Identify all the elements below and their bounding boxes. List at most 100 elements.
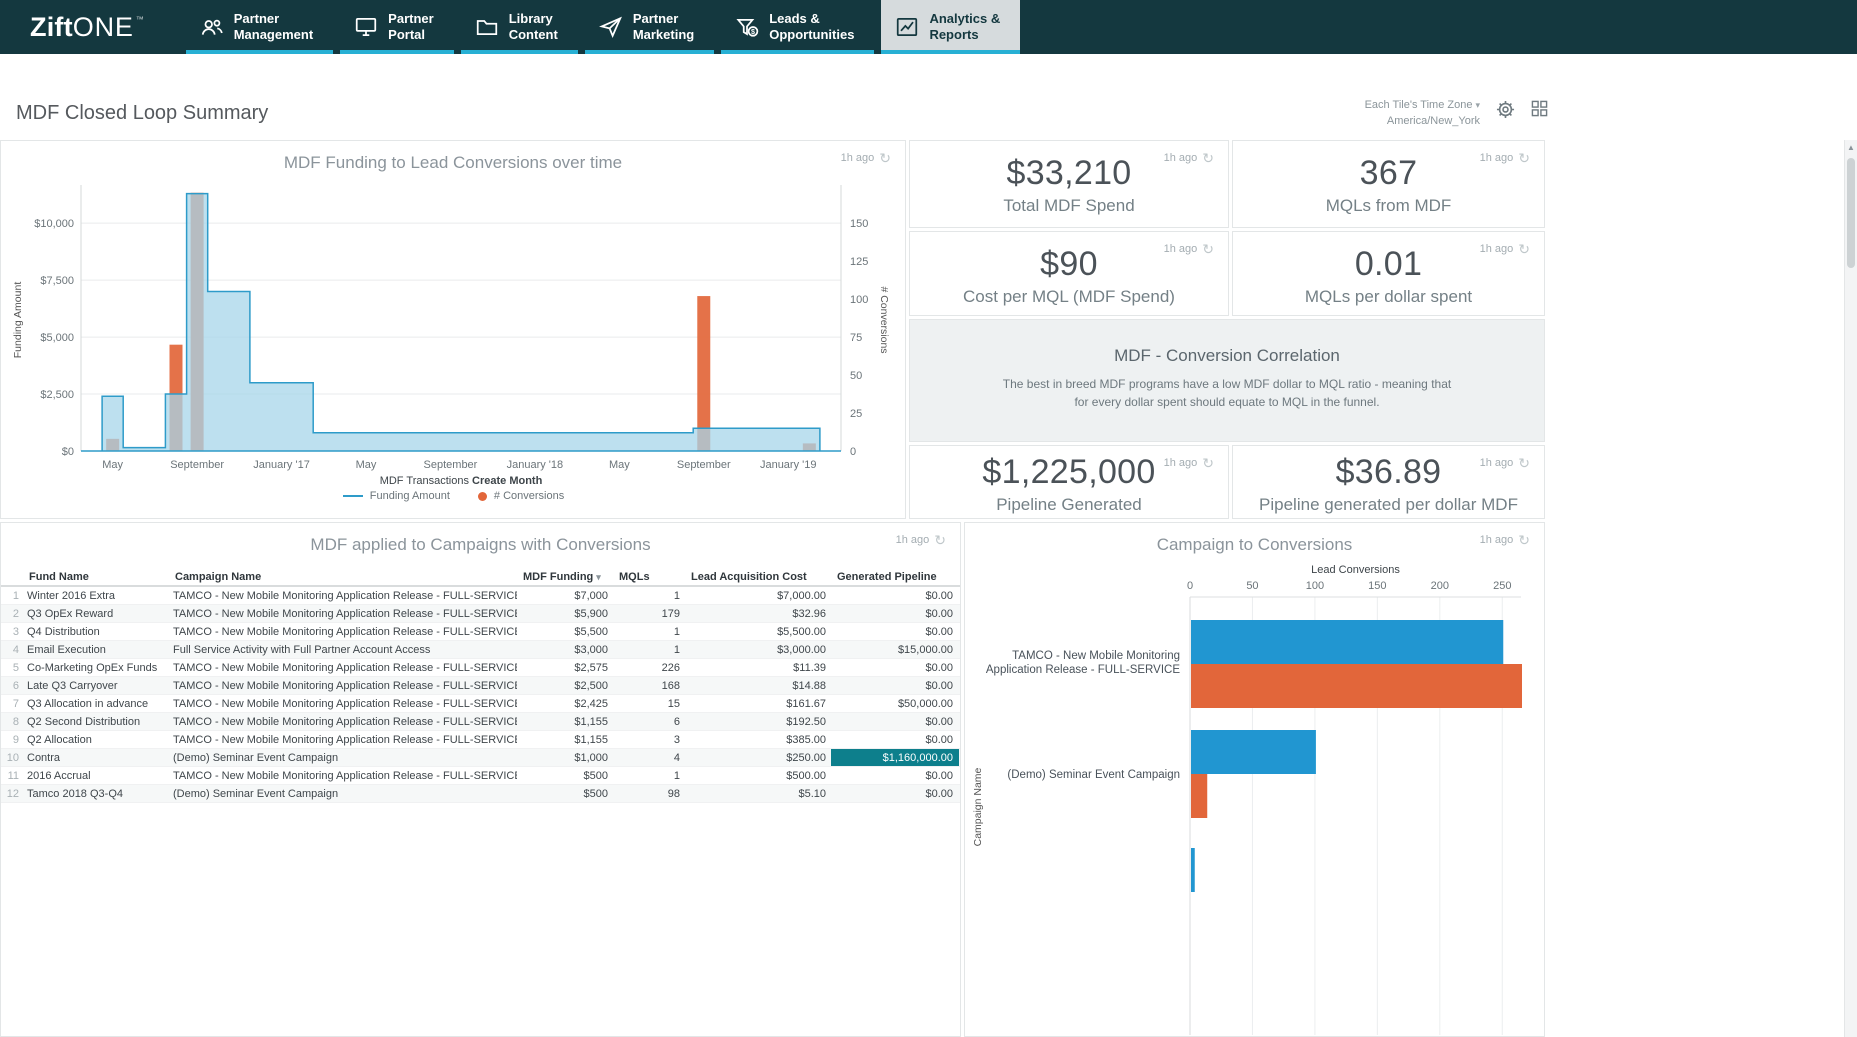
- table-row[interactable]: 7Q3 Allocation in advanceTAMCO - New Mob…: [1, 695, 960, 713]
- cell-fund: Q2 Second Distribution: [23, 713, 169, 730]
- sort-descending-icon: ▾: [596, 572, 601, 582]
- cell-pipeline: $0.00: [831, 767, 959, 784]
- chevron-down-icon: ▾: [1475, 99, 1480, 112]
- tile-updated-stamp: 1h ago ↻: [841, 151, 891, 165]
- cell-pipeline: $0.00: [831, 605, 959, 622]
- table-row[interactable]: 6Late Q3 CarryoverTAMCO - New Mobile Mon…: [1, 677, 960, 695]
- funding-conversions-chart[interactable]: $0$2,500$5,000$7,500$10,0000255075100125…: [1, 181, 906, 486]
- timezone-value: America/New_York: [1365, 114, 1480, 130]
- svg-text:Funding Amount: Funding Amount: [12, 282, 24, 359]
- table-row[interactable]: 112016 AccrualTAMCO - New Mobile Monitor…: [1, 767, 960, 785]
- table-row[interactable]: 3Q4 DistributionTAMCO - New Mobile Monit…: [1, 623, 960, 641]
- table-row[interactable]: 12Tamco 2018 Q3-Q4(Demo) Seminar Event C…: [1, 785, 960, 803]
- cell-mqls: 168: [613, 677, 685, 694]
- cell-mqls: 6: [613, 713, 685, 730]
- cell-cost: $161.67: [685, 695, 831, 712]
- ziftone-logo[interactable]: ZiftONE™: [0, 0, 144, 54]
- nav-partner-marketing[interactable]: PartnerMarketing: [585, 0, 714, 54]
- refresh-icon[interactable]: ↻: [1518, 533, 1530, 547]
- vertical-scrollbar[interactable]: ▲: [1844, 140, 1857, 1037]
- chart-legend: Funding Amount # Conversions: [1, 490, 906, 502]
- svg-text:150: 150: [1368, 580, 1386, 592]
- cell-funding: $2,500: [517, 677, 613, 694]
- cell-cost: $7,000.00: [685, 587, 831, 604]
- refresh-icon[interactable]: ↻: [879, 151, 891, 165]
- refresh-icon[interactable]: ↻: [1202, 456, 1214, 470]
- nav-analytics-reports[interactable]: Analytics &Reports: [881, 0, 1020, 54]
- rocket-icon: [599, 15, 623, 39]
- chart-line-icon: [895, 15, 919, 39]
- svg-text:$5,000: $5,000: [40, 332, 74, 344]
- row-number: 7: [1, 695, 23, 712]
- kpi-pipeline-generated: 1h ago↻ $1,225,000 Pipeline Generated: [909, 445, 1229, 519]
- correlation-body: The best in breed MDF programs have a lo…: [1002, 375, 1452, 411]
- funding-conversions-chart-tile: MDF Funding to Lead Conversions over tim…: [0, 140, 906, 519]
- svg-text:(Demo) Seminar Event Campaign: (Demo) Seminar Event Campaign: [1007, 769, 1180, 781]
- campaign-conversions-chart[interactable]: Lead Conversions050100150200250Campaign …: [965, 557, 1544, 1035]
- refresh-icon[interactable]: ↻: [1518, 456, 1530, 470]
- refresh-icon[interactable]: ↻: [1202, 242, 1214, 256]
- cell-mqls: 226: [613, 659, 685, 676]
- table-row[interactable]: 10Contra(Demo) Seminar Event Campaign$1,…: [1, 749, 960, 767]
- dashboard-grid-icon[interactable]: [1531, 100, 1548, 122]
- legend-conversions[interactable]: # Conversions: [478, 490, 564, 502]
- kpi-cost-per-mql: 1h ago↻ $90 Cost per MQL (MDF Spend): [909, 231, 1229, 316]
- nav-leads-opportunities[interactable]: $ Leads &Opportunities: [721, 0, 874, 54]
- cell-campaign: TAMCO - New Mobile Monitoring Applicatio…: [169, 767, 517, 784]
- cell-campaign: TAMCO - New Mobile Monitoring Applicatio…: [169, 605, 517, 622]
- updated-text: 1h ago: [1480, 534, 1514, 546]
- nav-partner-portal[interactable]: PartnerPortal: [340, 0, 454, 54]
- cell-campaign: Full Service Activity with Full Partner …: [169, 641, 517, 658]
- gear-icon[interactable]: [1496, 100, 1515, 124]
- brand-one: ONE: [73, 0, 134, 54]
- updated-text: 1h ago: [1480, 457, 1514, 469]
- scroll-up-arrow-icon[interactable]: ▲: [1845, 143, 1857, 152]
- column-header[interactable]: Lead Acquisition Cost: [685, 567, 831, 585]
- updated-text: 1h ago: [1164, 243, 1198, 255]
- nav-partner-management[interactable]: PartnerManagement: [186, 0, 333, 54]
- column-header[interactable]: Campaign Name: [169, 567, 517, 585]
- column-header[interactable]: Generated Pipeline: [831, 567, 959, 585]
- table-row[interactable]: 4Email ExecutionFull Service Activity wi…: [1, 641, 960, 659]
- column-header[interactable]: Fund Name: [23, 567, 169, 585]
- kpi-label: MQLs from MDF: [1233, 196, 1544, 216]
- cell-funding: $2,425: [517, 695, 613, 712]
- cell-campaign: TAMCO - New Mobile Monitoring Applicatio…: [169, 587, 517, 604]
- row-number: 4: [1, 641, 23, 658]
- kpi-mqls-from-mdf: 1h ago↻ 367 MQLs from MDF: [1232, 140, 1545, 228]
- updated-text: 1h ago: [841, 152, 875, 164]
- cell-funding: $2,575: [517, 659, 613, 676]
- table-row[interactable]: 9Q2 AllocationTAMCO - New Mobile Monitor…: [1, 731, 960, 749]
- svg-text:TAMCO - New Mobile Monitoring: TAMCO - New Mobile Monitoring: [1012, 650, 1180, 662]
- table-row[interactable]: 8Q2 Second DistributionTAMCO - New Mobil…: [1, 713, 960, 731]
- cell-pipeline: $0.00: [831, 713, 959, 730]
- mdf-campaigns-table: Fund NameCampaign NameMDF Funding▾MQLsLe…: [1, 567, 960, 803]
- cell-campaign: TAMCO - New Mobile Monitoring Applicatio…: [169, 695, 517, 712]
- column-header[interactable]: MQLs: [613, 567, 685, 585]
- campaign-conversions-chart-tile: Campaign to Conversions 1h ago↻ Lead Con…: [964, 522, 1545, 1037]
- scrollbar-thumb[interactable]: [1847, 158, 1855, 268]
- cell-funding: $7,000: [517, 587, 613, 604]
- refresh-icon[interactable]: ↻: [1518, 151, 1530, 165]
- cell-campaign: (Demo) Seminar Event Campaign: [169, 785, 517, 802]
- refresh-icon[interactable]: ↻: [1202, 151, 1214, 165]
- table-row[interactable]: 1Winter 2016 ExtraTAMCO - New Mobile Mon…: [1, 587, 960, 605]
- table-row[interactable]: 2Q3 OpEx RewardTAMCO - New Mobile Monito…: [1, 605, 960, 623]
- table-row[interactable]: 5Co-Marketing OpEx FundsTAMCO - New Mobi…: [1, 659, 960, 677]
- svg-text:150: 150: [850, 218, 868, 230]
- refresh-icon[interactable]: ↻: [934, 533, 946, 547]
- legend-funding-amount[interactable]: Funding Amount: [343, 490, 450, 502]
- svg-text:$7,500: $7,500: [40, 275, 74, 287]
- cell-campaign: TAMCO - New Mobile Monitoring Applicatio…: [169, 659, 517, 676]
- cell-fund: Contra: [23, 749, 169, 766]
- timezone-selector[interactable]: Each Tile's Time Zone▾ America/New_York: [1365, 98, 1480, 130]
- cell-cost: $32.96: [685, 605, 831, 622]
- correlation-title: MDF - Conversion Correlation: [910, 346, 1544, 366]
- refresh-icon[interactable]: ↻: [1518, 242, 1530, 256]
- header-controls: Each Tile's Time Zone▾ America/New_York: [1150, 98, 1548, 130]
- table-header-row: Fund NameCampaign NameMDF Funding▾MQLsLe…: [1, 567, 960, 587]
- svg-text:May: May: [356, 459, 377, 471]
- nav-library-content[interactable]: LibraryContent: [461, 0, 578, 54]
- column-header[interactable]: MDF Funding▾: [517, 567, 613, 585]
- row-number: 10: [1, 749, 23, 766]
